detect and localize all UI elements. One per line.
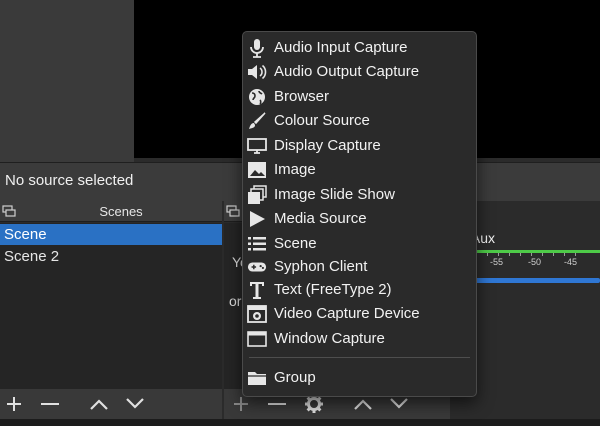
volume-slider[interactable] — [472, 278, 600, 283]
image-stack-icon — [247, 185, 267, 205]
menu-item-label: Scene — [274, 235, 317, 252]
chevron-down-icon — [126, 398, 144, 409]
menu-item-label: Browser — [274, 88, 330, 105]
menu-item-label: Media Source — [274, 210, 367, 227]
plus-icon — [234, 397, 248, 411]
image-icon — [247, 160, 267, 180]
add-scene-button[interactable] — [2, 392, 26, 416]
scenes-dock-title: Scenes — [99, 204, 143, 219]
menu-item-text-freetype2[interactable]: Text (FreeType 2) — [243, 279, 476, 302]
menu-item-label: Video Capture Device — [274, 305, 420, 322]
meter-tick — [575, 253, 576, 256]
menu-item-label: Group — [274, 369, 316, 386]
meter-tick — [520, 253, 521, 256]
folder-icon — [247, 368, 267, 388]
move-scene-down-button[interactable] — [123, 392, 147, 416]
gamepad-icon — [247, 257, 267, 277]
menu-item-label: Audio Output Capture — [274, 63, 420, 80]
minus-icon — [268, 403, 286, 405]
window-icon — [247, 329, 267, 349]
meter-tick — [509, 253, 510, 256]
menu-item-syphon-client[interactable]: Syphon Client — [243, 256, 476, 279]
menu-item-video-capture-device[interactable]: Video Capture Device — [243, 303, 476, 326]
menu-item-scene[interactable]: Scene — [243, 233, 476, 256]
remove-scene-button[interactable] — [38, 392, 62, 416]
menu-separator — [249, 357, 470, 358]
play-icon — [247, 209, 267, 229]
meter-tick — [553, 253, 554, 256]
meter-tick-label: -55 — [490, 257, 504, 267]
menu-item-media-source[interactable]: Media Source — [243, 208, 476, 231]
text-icon — [247, 280, 267, 300]
microphone-icon — [247, 38, 267, 58]
menu-item-label: Text (FreeType 2) — [274, 281, 392, 298]
paintbrush-icon — [247, 111, 267, 131]
status-bar — [0, 419, 600, 426]
menu-item-label: Image — [274, 161, 316, 178]
no-source-label: No source selected — [5, 172, 134, 189]
meter-tick — [564, 253, 565, 256]
move-scene-up-button[interactable] — [87, 392, 111, 416]
plus-icon — [7, 397, 21, 411]
monitor-icon — [247, 136, 267, 156]
meter-tick — [498, 253, 499, 256]
dock-float-icon[interactable] — [226, 204, 240, 217]
scenes-toolbar — [0, 389, 222, 419]
scenes-list: Scene Scene 2 — [0, 223, 222, 389]
meter-tick — [487, 253, 488, 256]
menu-item-label: Window Capture — [274, 330, 385, 347]
menu-item-colour-source[interactable]: Colour Source — [243, 110, 476, 133]
menu-item-image[interactable]: Image — [243, 159, 476, 182]
scene-item[interactable]: Scene 2 — [0, 246, 222, 267]
menu-item-label: Image Slide Show — [274, 186, 395, 203]
meter-tick — [531, 253, 532, 256]
globe-icon — [247, 87, 267, 107]
meter-tick-label: -45 — [564, 257, 578, 267]
speaker-icon — [247, 62, 267, 82]
chevron-up-icon — [354, 399, 372, 410]
menu-item-label: Colour Source — [274, 112, 370, 129]
menu-item-image-slide-show[interactable]: Image Slide Show — [243, 184, 476, 207]
chevron-down-icon — [390, 398, 408, 409]
meter-tick — [542, 253, 543, 256]
menu-item-label: Display Capture — [274, 137, 381, 154]
list-icon — [247, 234, 267, 254]
volume-meter — [472, 250, 600, 253]
minus-icon — [41, 403, 59, 405]
menu-item-label: Audio Input Capture — [274, 39, 408, 56]
sources-empty-hint: or — [229, 293, 242, 309]
gear-icon — [305, 395, 323, 413]
scene-item[interactable]: Scene — [0, 224, 222, 245]
menu-item-window-capture[interactable]: Window Capture — [243, 328, 476, 351]
top-left-panel — [0, 0, 134, 162]
chevron-up-icon — [90, 399, 108, 410]
add-source-menu: Audio Input Capture Audio Output Capture… — [242, 31, 477, 397]
menu-item-label: Syphon Client — [274, 258, 368, 275]
menu-item-display-capture[interactable]: Display Capture — [243, 135, 476, 158]
menu-item-audio-input-capture[interactable]: Audio Input Capture — [243, 37, 476, 60]
meter-tick-label: -50 — [528, 257, 542, 267]
camera-icon — [247, 304, 267, 324]
menu-item-group[interactable]: Group — [243, 367, 476, 390]
menu-item-audio-output-capture[interactable]: Audio Output Capture — [243, 61, 476, 84]
menu-item-browser[interactable]: Browser — [243, 86, 476, 109]
